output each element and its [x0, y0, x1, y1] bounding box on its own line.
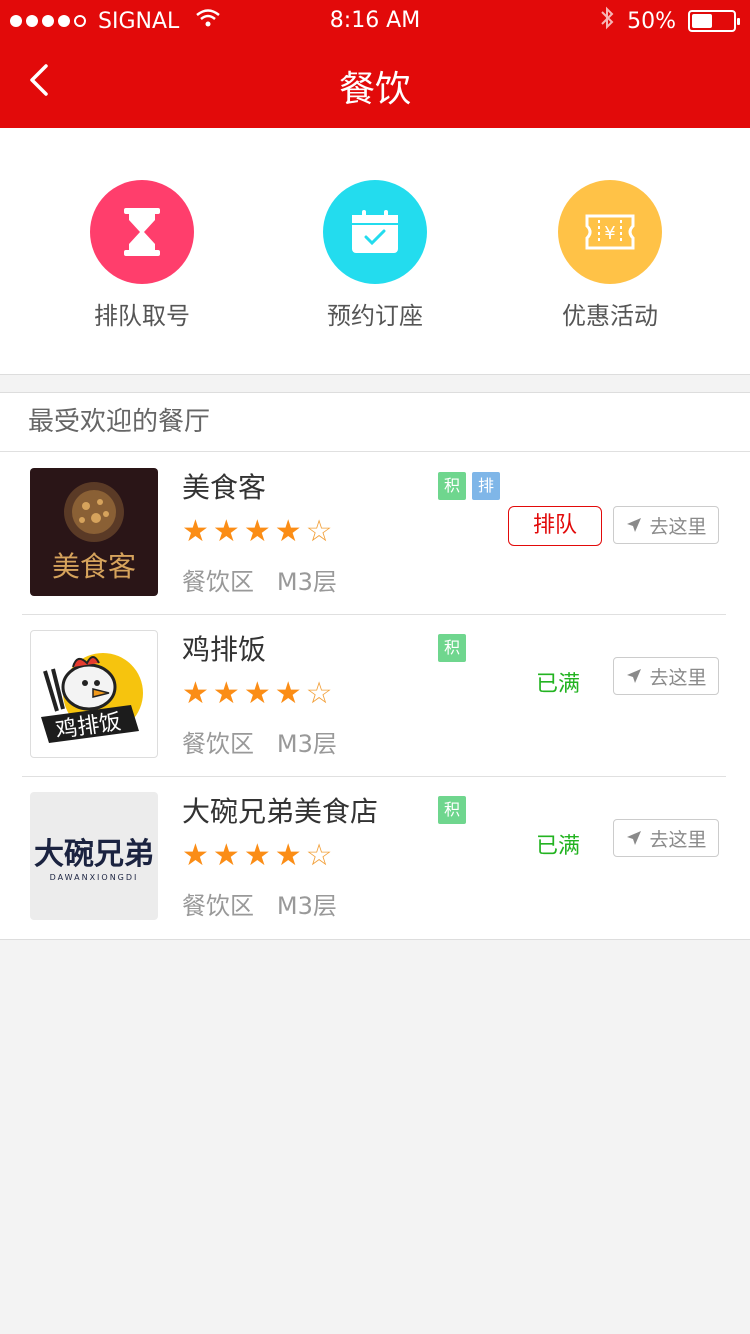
restaurant-tags: 积 — [438, 796, 466, 824]
rating-stars: ★ ★ ★ ★ ☆ — [182, 678, 333, 710]
status-bar: SIGNAL 8:16 AM 50% — [0, 0, 750, 40]
star-empty-icon: ☆ — [305, 514, 333, 549]
restaurant-name: 美食客 — [182, 471, 267, 504]
logo-text: 美食客 — [52, 550, 136, 583]
tag-queue: 排 — [472, 472, 500, 500]
star-empty-icon: ☆ — [305, 838, 333, 873]
star-full-icon: ★ — [212, 514, 240, 549]
restaurant-item[interactable]: 鸡排饭 鸡排饭 积 ★ ★ ★ ★ ☆ 餐饮区 M3层 已满 去这里 — [22, 614, 726, 777]
restaurant-name: 鸡排饭 — [182, 633, 267, 666]
star-full-icon: ★ — [274, 838, 302, 873]
category-queue[interactable]: 排队取号 — [42, 180, 242, 331]
restaurant-location: 餐饮区 M3层 — [182, 568, 337, 596]
restaurant-item[interactable]: 美食客 美食客 积 排 ★ ★ ★ ★ ☆ 餐饮区 M3层 排队 去这里 — [22, 452, 726, 615]
restaurant-location: 餐饮区 M3层 — [182, 892, 337, 920]
category-reservation[interactable]: 预约订座 — [275, 180, 475, 331]
status-full: 已满 — [536, 672, 581, 697]
section-title: 最受欢迎的餐厅 — [0, 393, 750, 452]
star-full-icon: ★ — [182, 838, 209, 873]
status-full: 已满 — [536, 834, 581, 859]
nav-bar: 餐饮 — [0, 40, 750, 128]
restaurant-logo: 大碗兄弟 DAWANXIONGDI — [30, 792, 158, 920]
restaurant-tags: 积 — [438, 634, 466, 662]
restaurant-item[interactable]: 大碗兄弟 DAWANXIONGDI 大碗兄弟美食店 积 ★ ★ ★ ★ ☆ 餐饮… — [22, 776, 726, 938]
popular-restaurants: 最受欢迎的餐厅 美食客 美食客 积 排 ★ ★ ★ ★ ☆ 餐饮区 M3层 排队… — [0, 392, 750, 940]
rating-stars: ★ ★ ★ ★ ☆ — [182, 840, 333, 872]
tag-points: 积 — [438, 634, 466, 662]
star-full-icon: ★ — [274, 676, 302, 711]
star-full-icon: ★ — [182, 676, 209, 711]
star-full-icon: ★ — [243, 838, 271, 873]
navigation-arrow-icon — [627, 669, 642, 683]
star-full-icon: ★ — [274, 514, 302, 549]
go-here-button[interactable]: 去这里 — [613, 506, 719, 544]
page-title: 餐饮 — [338, 69, 411, 110]
star-empty-icon: ☆ — [305, 676, 333, 711]
category-promotions[interactable]: ¥ 优惠活动 — [510, 180, 710, 331]
navigation-arrow-icon — [627, 831, 642, 845]
restaurant-logo: 美食客 — [30, 468, 158, 596]
calendar-check-icon — [323, 180, 427, 284]
go-here-label: 去这里 — [649, 515, 707, 538]
logo-subtext: DAWANXIONGDI — [50, 873, 139, 882]
star-full-icon: ★ — [243, 676, 271, 711]
app-header: SIGNAL 8:16 AM 50% 餐饮 — [0, 0, 750, 128]
category-label: 预约订座 — [327, 302, 423, 330]
go-here-label: 去这里 — [649, 666, 707, 689]
star-full-icon: ★ — [212, 838, 240, 873]
tag-points: 积 — [438, 796, 466, 824]
battery-percent: 50% — [627, 8, 676, 34]
rating-stars: ★ ★ ★ ★ ☆ — [182, 516, 333, 548]
restaurant-location: 餐饮区 M3层 — [182, 730, 337, 758]
category-panel: 排队取号 预约订座 ¥ 优惠活动 — [0, 128, 750, 375]
battery-icon — [688, 10, 740, 32]
bluetooth-icon — [599, 6, 615, 36]
svg-text:¥: ¥ — [604, 223, 615, 244]
category-label: 排队取号 — [94, 302, 190, 330]
logo-text: 大碗兄弟 — [34, 837, 154, 872]
tag-points: 积 — [438, 472, 466, 500]
go-here-button[interactable]: 去这里 — [613, 657, 719, 695]
queue-button[interactable]: 排队 — [508, 506, 602, 546]
star-full-icon: ★ — [243, 514, 271, 549]
star-full-icon: ★ — [182, 514, 209, 549]
restaurant-tags: 积 排 — [438, 472, 500, 500]
go-here-label: 去这里 — [649, 828, 707, 851]
coupon-yen-icon: ¥ — [558, 180, 662, 284]
star-full-icon: ★ — [212, 676, 240, 711]
go-here-button[interactable]: 去这里 — [613, 819, 719, 857]
restaurant-name: 大碗兄弟美食店 — [182, 795, 379, 828]
category-label: 优惠活动 — [562, 302, 658, 330]
hourglass-icon — [90, 180, 194, 284]
navigation-arrow-icon — [627, 518, 642, 532]
restaurant-logo: 鸡排饭 — [30, 630, 158, 758]
